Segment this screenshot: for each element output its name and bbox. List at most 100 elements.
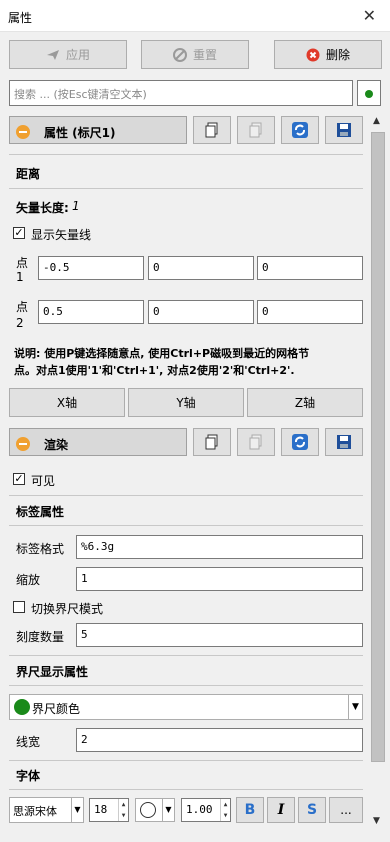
paste-icon [249, 122, 262, 138]
panel-scrollbar[interactable]: ▲ ▼ [370, 112, 386, 828]
paste-button[interactable] [237, 116, 275, 144]
point1-x-input[interactable]: -0.5 [38, 256, 144, 280]
separator [9, 655, 363, 656]
refresh-button[interactable] [281, 116, 319, 144]
separator [9, 154, 363, 155]
separator [9, 525, 363, 526]
font-family-select[interactable]: 思源宋体 ▼ [9, 797, 84, 823]
scale-input[interactable]: 1 [76, 567, 363, 591]
save-button[interactable] [325, 116, 363, 144]
window-titlebar: 属性 ✕ [0, 0, 390, 32]
font-size-value: 18 [94, 803, 108, 816]
point2-x-input[interactable]: 0.5 [38, 300, 144, 324]
shadow-button[interactable]: S [298, 797, 326, 823]
y-axis-button[interactable]: Y轴 [128, 388, 244, 417]
help-note: 说明: 使用P键选择随意点, 使用Ctrl+P磁吸到最近的网格节 点。对点1使用… [14, 345, 366, 379]
close-icon[interactable]: ✕ [363, 6, 376, 25]
separator [9, 495, 363, 496]
point2-z-input[interactable]: 0 [257, 300, 363, 324]
bold-icon: B [244, 802, 256, 818]
show-vector-checkbox[interactable]: ✓ [13, 227, 25, 239]
bold-button[interactable]: B [236, 797, 264, 823]
reset-icon [172, 47, 187, 62]
status-dot-icon [365, 90, 373, 98]
vector-length-label: 矢量长度: [16, 201, 69, 215]
visible-label: 可见 [31, 474, 56, 488]
separator [9, 188, 363, 189]
refresh-icon [292, 122, 308, 138]
more-icon: ... [340, 803, 352, 817]
save-icon [337, 435, 351, 449]
linewidth-input[interactable]: 2 [76, 728, 363, 752]
toggle-ruler-checkbox[interactable] [13, 601, 25, 613]
separator [9, 760, 363, 761]
render-group-header[interactable]: 渲染 [9, 428, 187, 456]
help-note-line2: 点。对点1使用'1'和'Ctrl+1', 对点2使用'2'和'Ctrl+2'. [14, 364, 295, 377]
search-input[interactable]: 搜索 ... (按Esc键清空文本) [9, 80, 353, 106]
ticks-label: 刻度数量 [16, 630, 65, 644]
point1-z-input[interactable]: 0 [257, 256, 363, 280]
paste-icon [249, 434, 262, 450]
delete-button[interactable]: 删除 [274, 40, 382, 69]
font-family-value: 思源宋体 [13, 805, 57, 818]
more-options-button[interactable]: ... [329, 797, 363, 823]
apply-button[interactable]: 应用 [9, 40, 127, 69]
opacity-input[interactable]: 1.00 ▲ ▼ [181, 798, 231, 822]
italic-button[interactable]: I [267, 797, 295, 823]
format-input[interactable]: %6.3g [76, 535, 363, 559]
scroll-thumb[interactable] [371, 132, 385, 762]
render-group-title: 渲染 [44, 438, 69, 452]
color-circle-icon [140, 802, 156, 818]
color-swatch-icon [14, 699, 30, 715]
point2-y-input[interactable]: 0 [148, 300, 254, 324]
copy-button[interactable] [193, 116, 231, 144]
shadow-icon: S [306, 802, 318, 818]
paste-button[interactable] [237, 428, 275, 456]
toggle-ruler-label: 切换界尺模式 [31, 602, 104, 616]
help-note-line1: 说明: 使用P键选择随意点, 使用Ctrl+P磁吸到最近的网格节 [14, 347, 310, 360]
ruler-display-heading: 界尺显示属性 [16, 665, 89, 679]
vector-length-value: 1 [72, 199, 80, 213]
props-group-header[interactable]: 属性 (标尺1) [9, 116, 187, 144]
x-axis-button[interactable]: X轴 [9, 388, 125, 417]
ticks-input[interactable]: 5 [76, 623, 363, 647]
refresh-icon [292, 434, 308, 450]
scroll-up-icon[interactable]: ▲ [373, 116, 380, 126]
font-color-picker[interactable]: ▼ [135, 798, 175, 822]
send-icon [46, 49, 59, 60]
format-label: 标签格式 [16, 542, 65, 556]
point1-y-input[interactable]: 0 [148, 256, 254, 280]
reset-label: 重置 [192, 48, 217, 62]
font-size-input[interactable]: 18 ▲ ▼ [89, 798, 129, 822]
search-placeholder: 搜索 ... (按Esc键清空文本) [14, 88, 147, 101]
distance-heading: 距离 [16, 167, 41, 181]
collapse-icon[interactable] [16, 437, 30, 451]
font-heading: 字体 [16, 769, 41, 783]
dropdown-arrow-icon: ▼ [162, 799, 174, 821]
window-title: 属性 [8, 11, 33, 25]
ruler-color-dropdown[interactable]: 界尺颜色 ▼ [9, 694, 363, 720]
show-vector-label: 显示矢量线 [31, 228, 92, 242]
apply-label: 应用 [65, 48, 90, 62]
scroll-down-icon[interactable]: ▼ [373, 816, 380, 826]
collapse-icon[interactable] [16, 125, 30, 139]
props-group-title: 属性 (标尺1) [44, 126, 116, 140]
scale-label: 缩放 [16, 573, 41, 587]
spin-icon[interactable]: ▲ ▼ [220, 799, 230, 821]
copy-icon [205, 434, 218, 450]
save-icon [337, 123, 351, 137]
point1-label-num: 1 [16, 270, 24, 284]
z-axis-button[interactable]: Z轴 [247, 388, 363, 417]
copy-button[interactable] [193, 428, 231, 456]
save-button[interactable] [325, 428, 363, 456]
reset-button[interactable]: 重置 [141, 40, 249, 69]
ruler-color-label: 界尺颜色 [32, 702, 81, 716]
label-props-heading: 标签属性 [16, 505, 65, 519]
spin-icon[interactable]: ▲ ▼ [118, 799, 128, 821]
point2-label: 点 [16, 300, 29, 314]
point1-label: 点 [16, 256, 29, 270]
italic-icon: I [277, 802, 285, 818]
separator [9, 789, 363, 790]
refresh-button[interactable] [281, 428, 319, 456]
visible-checkbox[interactable]: ✓ [13, 473, 25, 485]
